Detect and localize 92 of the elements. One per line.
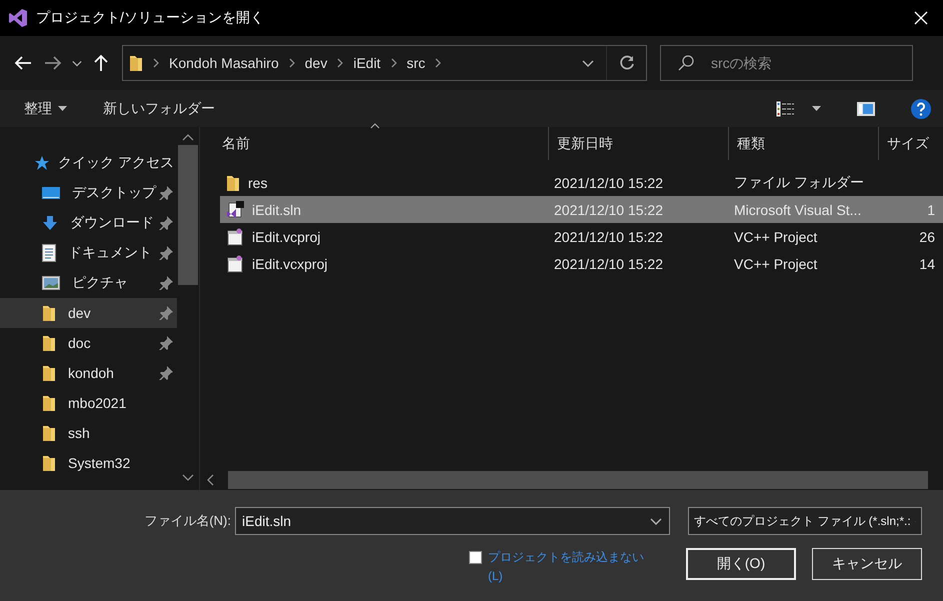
- file-row[interactable]: iEdit.vcproj 2021/12/10 15:22 VC++ Project 26: [220, 223, 943, 250]
- folder-icon: [226, 174, 240, 192]
- close-icon: [914, 11, 928, 25]
- size-cell-text: 14: [918, 256, 936, 272]
- column-header[interactable]: サイズ: [878, 127, 943, 160]
- date-cell-text: 2021/12/10 15:22: [553, 228, 664, 244]
- dropdown-triangle-icon: [812, 106, 821, 111]
- checkbox-label[interactable]: プロジェクトを読み込まない(L): [488, 548, 658, 586]
- folder-icon: [42, 394, 56, 412]
- date-cell-text: 2021/12/10 15:22: [553, 202, 664, 218]
- preview-pane-button[interactable]: [857, 102, 875, 116]
- sidebar-item[interactable]: System32: [0, 448, 177, 478]
- file-name-field[interactable]: iEdit.sln: [235, 507, 670, 535]
- type-cell-text: VC++ Project: [733, 228, 818, 244]
- scrollbar-thumb[interactable]: [228, 471, 928, 489]
- folder-icon: [42, 364, 56, 382]
- search-field[interactable]: srcの検索: [660, 45, 913, 81]
- star-icon: [34, 155, 50, 171]
- image-icon: [42, 276, 60, 290]
- help-button[interactable]: [911, 98, 931, 118]
- open-button[interactable]: 開く(O): [686, 548, 796, 580]
- folder-icon: [42, 424, 56, 442]
- right-arrow-icon: [44, 56, 62, 70]
- chevron-icon: [153, 58, 159, 68]
- refresh-icon: [618, 55, 634, 71]
- preview-pane-icon: [857, 102, 875, 116]
- breadcrumb[interactable]: iEdit: [353, 55, 381, 71]
- sidebar-item[interactable]: ダウンロード: [0, 208, 177, 238]
- date-cell-text: 2021/12/10 15:22: [553, 256, 664, 272]
- sort-caret-icon: [370, 123, 380, 129]
- sidebar-item[interactable]: kondoh: [0, 358, 177, 388]
- file-name: iEdit.vcproj: [252, 228, 320, 244]
- folder-icon: [42, 454, 56, 472]
- chevron-icon: [435, 58, 442, 68]
- breadcrumb[interactable]: Kondoh Masahiro: [169, 55, 279, 71]
- type-cell-text: Microsoft Visual St...: [733, 202, 862, 218]
- breadcrumb[interactable]: dev: [304, 55, 328, 71]
- sidebar-item[interactable]: ドキュメント: [0, 238, 177, 268]
- details-view-icon: [776, 100, 794, 116]
- sidebar-item[interactable]: クイック アクセス: [0, 148, 177, 178]
- sidebar-item[interactable]: ssh: [0, 418, 177, 448]
- scrollbar-thumb[interactable]: [178, 145, 198, 285]
- solution-file-icon: [226, 200, 244, 218]
- left-arrow-icon: [14, 56, 32, 70]
- chevron-icon: [288, 58, 295, 68]
- file-name: iEdit.sln: [252, 202, 302, 218]
- project-file-icon: [226, 228, 244, 246]
- type-cell-text: ファイル フォルダー: [733, 174, 865, 192]
- file-row[interactable]: iEdit.sln 2021/12/10 15:22 Microsoft Visual St... 1: [220, 196, 943, 223]
- column-header[interactable]: 種類: [728, 127, 878, 160]
- file-name: iEdit.vcxproj: [252, 256, 328, 272]
- folder-icon: [42, 334, 56, 352]
- column-header[interactable]: 更新日時: [548, 127, 728, 160]
- monitor-icon: [42, 186, 60, 200]
- project-file-icon: [226, 254, 244, 272]
- file-name: res: [248, 174, 268, 190]
- window-title: プロジェクト/ソリューションを開く: [36, 9, 265, 27]
- new-folder-button[interactable]: 新しいフォルダー: [103, 100, 215, 118]
- file-row[interactable]: iEdit.vcxproj 2021/12/10 15:22 VC++ Project 14: [220, 250, 943, 277]
- sidebar-item[interactable]: dev: [0, 298, 177, 328]
- help-icon: [911, 98, 931, 118]
- sidebar-item[interactable]: デスクトップ: [0, 178, 177, 208]
- date-cell-text: 2021/12/10 15:22: [553, 174, 664, 190]
- address-bar[interactable]: Kondoh Masahiro dev iEdit src: [122, 45, 647, 81]
- download-icon: [42, 215, 58, 231]
- scroll-down-icon[interactable]: [182, 474, 194, 482]
- file-name-label: ファイル名(N):: [144, 512, 231, 530]
- search-icon: [678, 55, 694, 71]
- cancel-button[interactable]: キャンセル: [812, 548, 922, 580]
- size-cell-text: 1: [926, 202, 936, 218]
- app-logo-icon: [8, 8, 28, 28]
- folder-icon: [42, 304, 56, 322]
- up-arrow-icon: [94, 54, 108, 72]
- view-options-button[interactable]: [776, 100, 821, 116]
- file-row[interactable]: res 2021/12/10 15:22 ファイル フォルダー: [220, 169, 943, 196]
- type-cell-text: VC++ Project: [733, 256, 818, 272]
- scroll-left-icon[interactable]: [206, 474, 214, 486]
- scroll-up-icon[interactable]: [182, 133, 194, 141]
- sidebar-item[interactable]: doc: [0, 328, 177, 358]
- breadcrumb[interactable]: src: [406, 55, 426, 71]
- sidebar-item[interactable]: ピクチャ: [0, 268, 177, 298]
- dropdown-triangle-icon: [58, 106, 67, 111]
- chevron-icon: [337, 58, 344, 68]
- column-header[interactable]: 名前: [222, 127, 548, 160]
- document-icon: [42, 244, 56, 262]
- folder-icon: [129, 54, 143, 72]
- file-type-dropdown[interactable]: すべてのプロジェクト ファイル (*.sln;*.:: [688, 507, 922, 535]
- sidebar-item[interactable]: mbo2021: [0, 388, 177, 418]
- chevron-icon: [390, 58, 397, 68]
- organize-menu[interactable]: 整理: [24, 100, 67, 118]
- checkbox[interactable]: [469, 551, 482, 564]
- size-cell-text: 26: [918, 228, 936, 244]
